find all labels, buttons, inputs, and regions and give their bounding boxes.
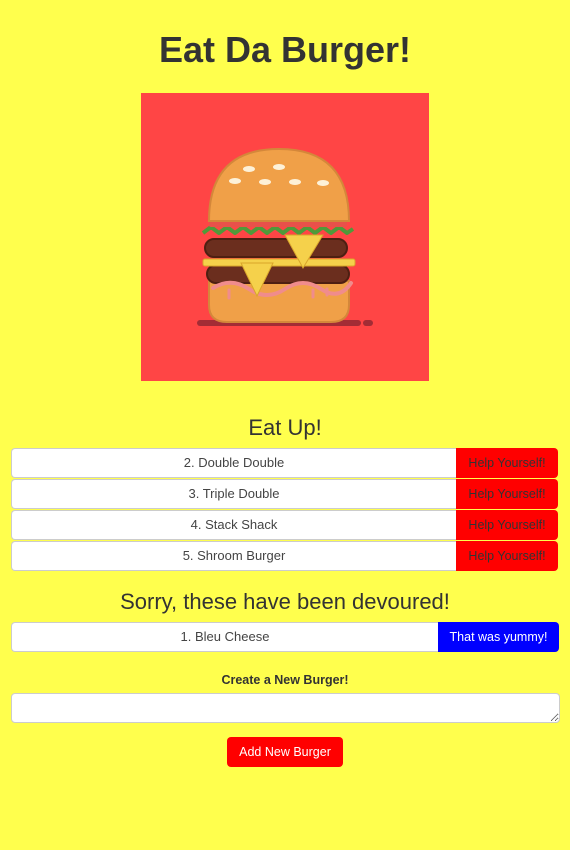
help-yourself-button[interactable]: Help Yourself! <box>456 479 558 509</box>
burger-icon <box>197 147 373 326</box>
burger-name: 5. Shroom Burger <box>11 541 456 571</box>
burger-image <box>141 93 429 381</box>
devoured-heading: Sorry, these have been devoured! <box>120 589 450 614</box>
new-burger-input[interactable] <box>11 693 560 723</box>
burger-name: 1. Bleu Cheese <box>11 622 438 652</box>
page-title: Eat Da Burger! <box>158 29 412 70</box>
help-yourself-button[interactable]: Help Yourself! <box>456 541 558 571</box>
eat-up-heading: Eat Up! <box>248 415 322 440</box>
new-burger-label: Create a New Burger! <box>221 673 349 687</box>
burger-row-bleu-cheese: 1. Bleu Cheese That was yummy! <box>11 622 559 652</box>
help-yourself-button[interactable]: Help Yourself! <box>456 448 558 478</box>
that-was-yummy-button[interactable]: That was yummy! <box>438 622 559 652</box>
burger-row-double-double: 2. Double Double Help Yourself! <box>11 448 558 478</box>
burger-name: 3. Triple Double <box>11 479 456 509</box>
add-new-burger-button[interactable]: Add New Burger <box>227 737 343 767</box>
help-yourself-button[interactable]: Help Yourself! <box>456 510 558 540</box>
burger-row-stack-shack: 4. Stack Shack Help Yourself! <box>11 510 558 540</box>
burger-name: 2. Double Double <box>11 448 456 478</box>
burger-row-shroom-burger: 5. Shroom Burger Help Yourself! <box>11 541 558 571</box>
burger-name: 4. Stack Shack <box>11 510 456 540</box>
burger-row-triple-double: 3. Triple Double Help Yourself! <box>11 479 558 509</box>
